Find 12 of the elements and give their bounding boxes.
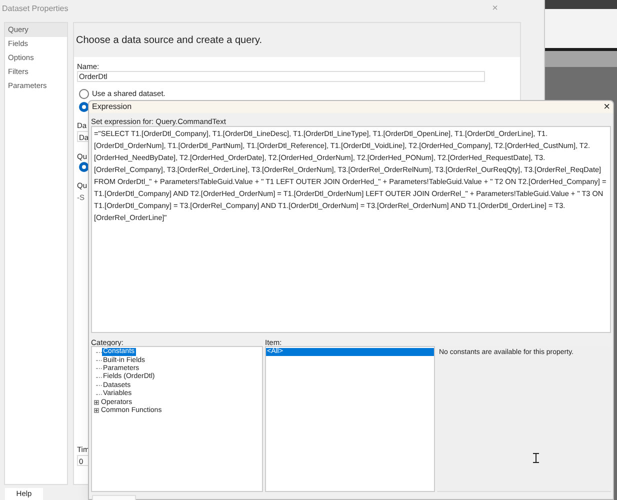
expand-icon[interactable] [94, 400, 99, 406]
page-heading: Choose a data source and create a query. [76, 34, 262, 48]
text-cursor-icon [533, 452, 539, 462]
expand-icon[interactable] [94, 408, 99, 414]
window-title: Dataset Properties [2, 2, 68, 14]
dialog-title: Expression [92, 101, 132, 113]
radio-button[interactable] [79, 162, 89, 172]
background-strip [545, 51, 617, 67]
background-bar [545, 0, 617, 9]
close-button[interactable]: × [604, 102, 610, 112]
radio-button[interactable] [79, 102, 89, 112]
radio-button[interactable] [79, 88, 89, 99]
